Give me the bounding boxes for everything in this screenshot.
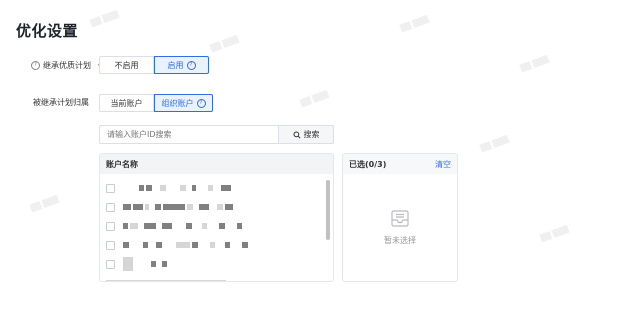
question-circle-icon[interactable]: ? — [186, 60, 196, 70]
selected-count: 已选(0/3) — [349, 159, 387, 169]
search-icon — [292, 130, 301, 139]
list-item[interactable] — [106, 257, 167, 271]
redacted-account-name — [123, 223, 242, 229]
account-list-header: 账户名称 — [100, 154, 333, 174]
inherit-plan-option-enable[interactable]: 启用 ? — [154, 56, 209, 74]
watermark: ▒▒ ▒▒▒ — [29, 195, 60, 213]
inherited-owner-radio-group: 当前账户 组织账户 ? — [99, 94, 213, 112]
account-checkbox[interactable] — [106, 221, 115, 231]
search-button[interactable]: 搜索 — [278, 125, 334, 144]
watermark: ▒▒ ▒▒▒ — [89, 10, 120, 28]
watermark: ▒▒ ▒▒▒ — [539, 225, 570, 243]
redacted-account-name — [123, 257, 167, 271]
redacted-account-name — [106, 280, 226, 281]
question-circle-icon[interactable]: ? — [196, 98, 206, 108]
question-circle-icon[interactable]: ? — [31, 61, 40, 70]
redacted-account-name — [123, 242, 248, 248]
account-checkbox[interactable] — [106, 202, 115, 212]
inherit-plan-label: 继承优质计划 — [43, 61, 91, 70]
inherited-owner-label-group: 被继承计划归属 — [33, 97, 89, 108]
watermark: ▒▒ ▒▒▒ — [519, 55, 550, 73]
account-checkbox[interactable] — [106, 183, 115, 193]
watermark: ▒▒ ▒▒▒ — [209, 35, 240, 53]
inherit-plan-label-group: ? 继承优质计划 • — [31, 60, 102, 71]
account-id-search-input[interactable] — [99, 125, 279, 144]
empty-state: 暂未选择 — [343, 209, 457, 246]
redacted-account-name — [123, 204, 233, 210]
redacted-account-name — [123, 185, 231, 191]
account-list-panel: 账户名称 — [99, 153, 334, 282]
inherit-plan-radio-group: 不启用 启用 ? — [99, 56, 209, 74]
watermark: ▒▒ ▒▒▒ — [299, 90, 330, 108]
selected-header: 已选(0/3) 清空 — [343, 154, 457, 174]
watermark: ▒▒ ▒▒▒ — [479, 135, 510, 153]
clear-button[interactable]: 清空 — [435, 159, 451, 170]
list-item[interactable] — [106, 276, 226, 281]
account-checkbox[interactable] — [106, 240, 115, 250]
empty-state-text: 暂未选择 — [384, 236, 416, 245]
list-item[interactable] — [106, 239, 248, 251]
list-item[interactable] — [106, 201, 233, 213]
inherit-plan-option-disable[interactable]: 不启用 — [99, 56, 154, 74]
list-scrollbar[interactable] — [326, 180, 330, 240]
owner-option-org-account[interactable]: 组织账户 ? — [154, 94, 213, 112]
list-item[interactable] — [106, 220, 242, 232]
watermark: ▒▒ ▒▒▒ — [399, 15, 430, 33]
inbox-empty-icon — [391, 210, 409, 227]
list-item[interactable] — [106, 182, 231, 194]
page-title: 优化设置 — [16, 22, 79, 40]
selected-panel: 已选(0/3) 清空 暂未选择 — [342, 153, 458, 282]
inherited-owner-label: 被继承计划归属 — [33, 98, 89, 107]
owner-option-current-account[interactable]: 当前账户 — [99, 94, 154, 112]
account-checkbox[interactable] — [106, 259, 115, 269]
